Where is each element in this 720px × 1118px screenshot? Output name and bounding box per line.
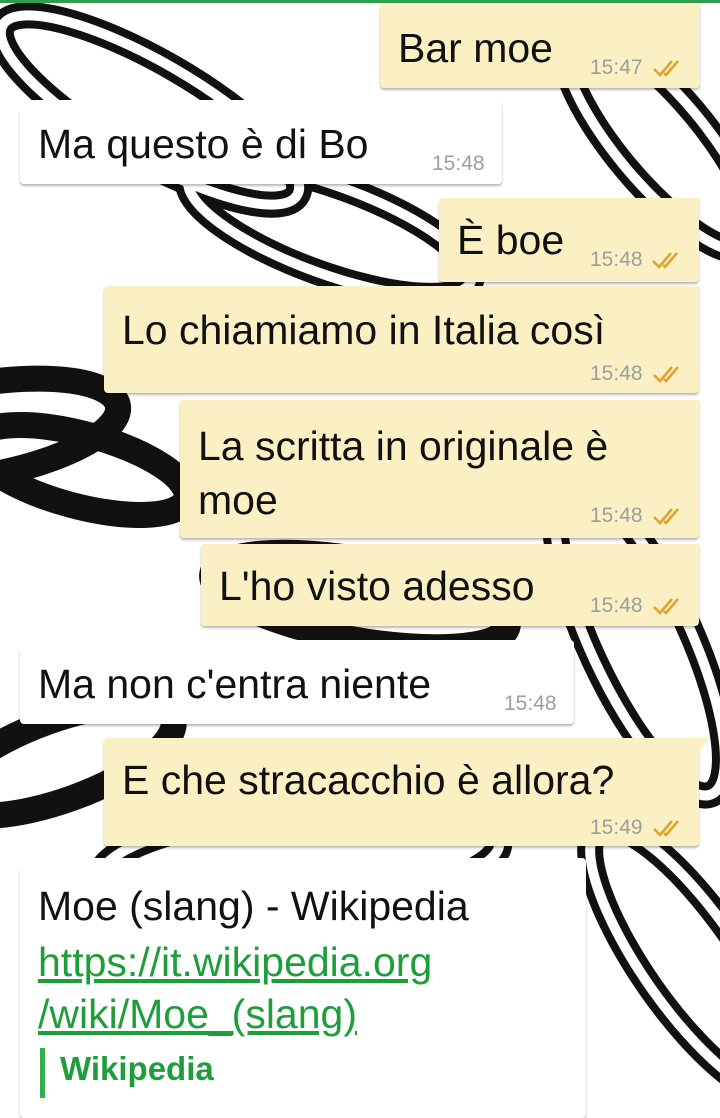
message-time: 15:47 bbox=[590, 56, 643, 79]
message-text: Ma non c'entra niente bbox=[38, 661, 432, 707]
bubble-tail bbox=[9, 100, 21, 114]
double-check-icon bbox=[653, 508, 679, 525]
top-accent-line bbox=[0, 0, 720, 3]
message-time: 15:48 bbox=[590, 504, 643, 527]
message-text: L'ho visto adesso bbox=[219, 563, 535, 609]
message-text-line1: La scritta in originale è bbox=[198, 423, 609, 469]
message-time: 15:48 bbox=[432, 152, 485, 175]
message-bubble-outgoing[interactable]: L'ho visto adesso 15:48 bbox=[201, 544, 699, 626]
message-text: Lo chiamiamo in Italia così bbox=[122, 307, 606, 353]
bubble-tail bbox=[9, 640, 21, 654]
link-preview-bar bbox=[40, 1048, 45, 1098]
double-check-icon bbox=[653, 366, 679, 383]
double-check-icon bbox=[653, 820, 679, 837]
message-text: E che stracacchio è allora? bbox=[122, 757, 615, 803]
message-text-line2: moe bbox=[198, 477, 278, 523]
message-bubble-outgoing[interactable]: Bar moe 15:47 bbox=[380, 4, 700, 88]
message-bubble-incoming[interactable]: Ma questo è di Bo 15:48 bbox=[9, 100, 502, 184]
double-check-icon bbox=[653, 598, 679, 615]
message-time: 15:49 bbox=[590, 816, 643, 839]
message-time: 15:48 bbox=[504, 692, 557, 715]
message-bubble-outgoing[interactable]: E che stracacchio è allora? 15:49 bbox=[104, 738, 710, 846]
link-url-line2[interactable]: /wiki/Moe_(slang) bbox=[38, 988, 357, 1040]
link-preview-site[interactable]: Wikipedia bbox=[60, 1050, 214, 1088]
double-check-icon bbox=[653, 60, 679, 77]
message-bubble-outgoing[interactable]: La scritta in originale è moe 15:48 bbox=[180, 400, 699, 538]
message-time: 15:48 bbox=[590, 362, 643, 385]
message-bubble-outgoing[interactable]: È boe 15:48 bbox=[439, 198, 699, 282]
link-url-line1[interactable]: https://it.wikipedia.org bbox=[38, 936, 432, 988]
bubble-tail bbox=[9, 858, 21, 872]
bubble-tail bbox=[698, 738, 710, 752]
message-bubble-outgoing[interactable]: Lo chiamiamo in Italia così 15:48 bbox=[104, 286, 699, 393]
link-message-bubble[interactable]: Moe (slang) - Wikipedia https://it.wikip… bbox=[9, 858, 586, 1118]
link-title: Moe (slang) - Wikipedia bbox=[38, 883, 469, 929]
message-bubble-incoming[interactable]: Ma non c'entra niente 15:48 bbox=[9, 640, 574, 724]
message-text: È boe bbox=[457, 217, 565, 263]
message-text: Ma questo è di Bo bbox=[38, 121, 369, 167]
message-time: 15:48 bbox=[590, 248, 643, 271]
message-time: 15:48 bbox=[590, 594, 643, 617]
double-check-icon bbox=[652, 252, 678, 269]
message-text: Bar moe bbox=[398, 25, 553, 71]
